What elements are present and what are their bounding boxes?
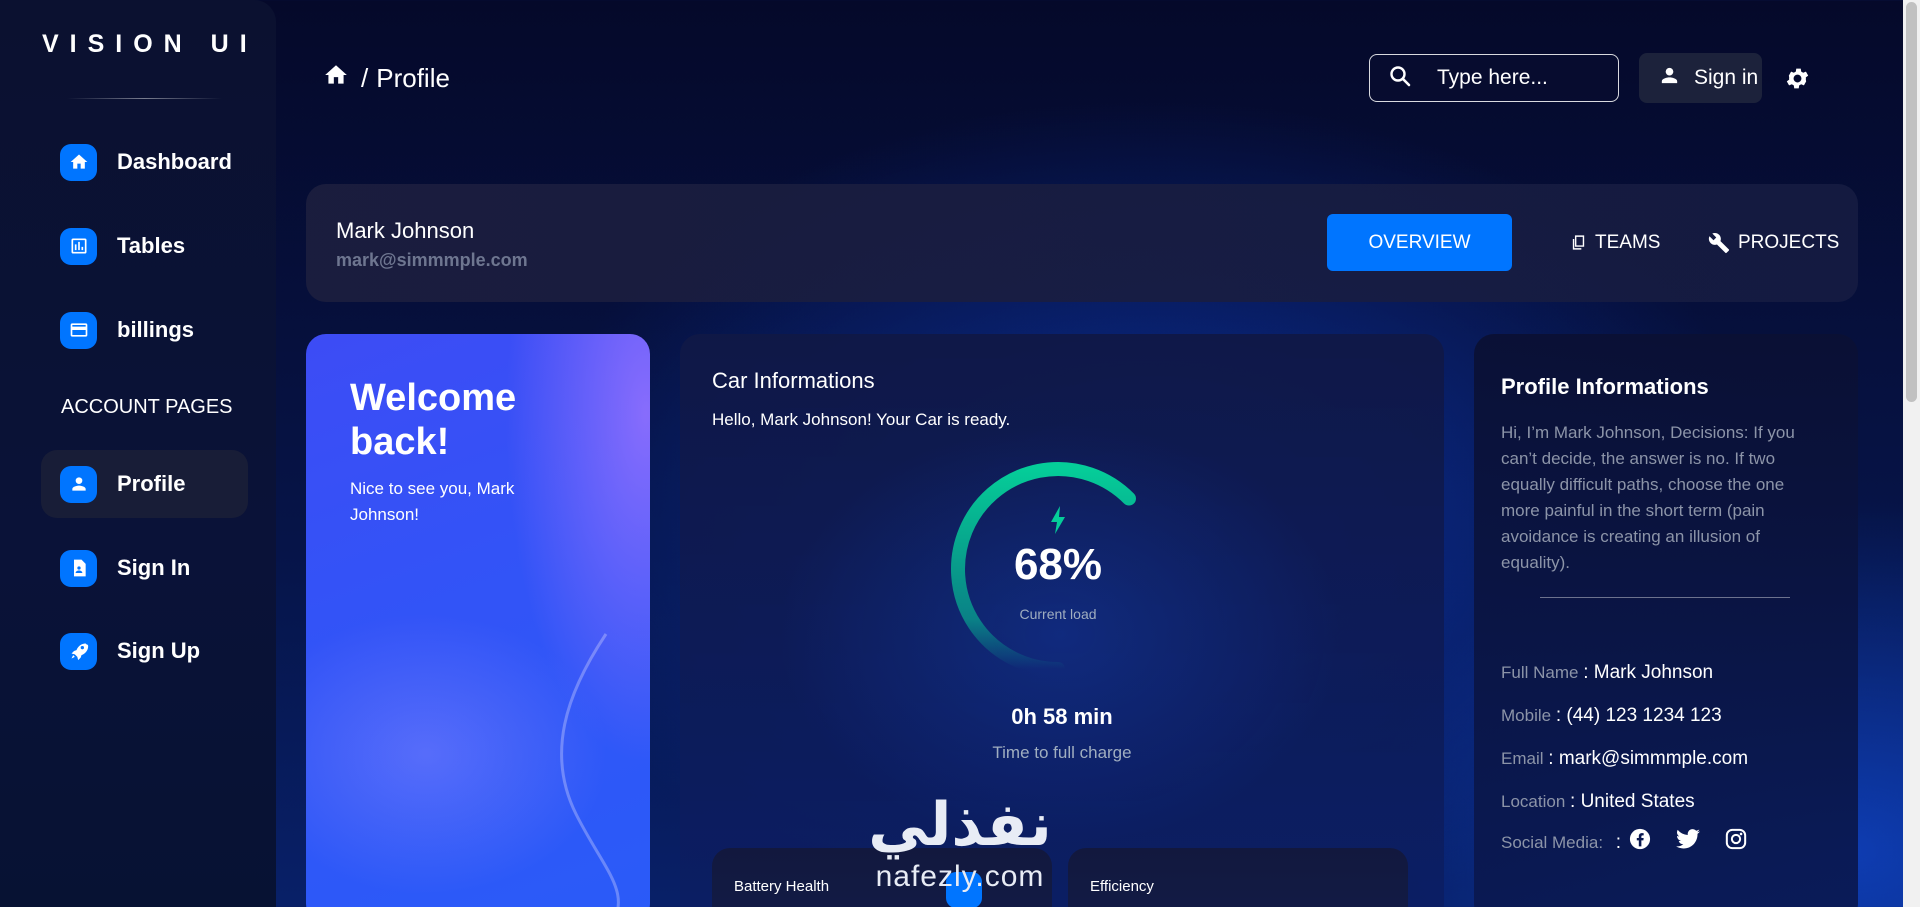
watermark: نفذلي nafezly.com: [850, 790, 1070, 894]
profile-divider: [1540, 597, 1790, 598]
watermark-arabic: نفذلي: [868, 791, 1052, 858]
charge-time: 0h 58 min: [1011, 704, 1113, 729]
social-media-label: Social Media:: [1501, 833, 1604, 852]
watermark-latin: nafezly.com: [875, 860, 1045, 893]
scrollbar-thumb[interactable]: [1906, 2, 1917, 402]
brand-logo: VISION UI: [42, 30, 258, 58]
social-media-row: Social Media: :: [1501, 832, 1621, 854]
sidebar-item-label: Sign In: [117, 555, 191, 580]
mobile-label: Mobile: [1501, 706, 1552, 725]
social-links: [1629, 828, 1747, 855]
efficiency-card: Efficiency: [1068, 848, 1408, 907]
person-icon: [1658, 64, 1681, 93]
sidebar-item-profile[interactable]: Profile: [41, 450, 248, 518]
load-percent: 68%: [1013, 540, 1103, 589]
profile-header-card: Mark Johnson mark@simmmple.com OVERVIEW …: [306, 184, 1858, 302]
account-pages-heading: ACCOUNT PAGES: [61, 396, 233, 418]
battery-health-label: Battery Health: [734, 878, 830, 895]
sign-in-button[interactable]: Sign in: [1639, 53, 1762, 103]
load-label: Current load: [1019, 606, 1097, 622]
email-row: Email : mark@simmmple.com: [1501, 748, 1748, 770]
row-separator: :: [1615, 832, 1622, 853]
sidebar-item-sign-up[interactable]: Sign Up: [41, 617, 248, 685]
sidebar-item-label: billings: [117, 317, 194, 342]
email-label: Email: [1501, 749, 1544, 768]
sidebar: VISION UI Dashboard Tables billings ACCO…: [0, 0, 276, 907]
sidebar-item-label: Profile: [117, 471, 186, 496]
credit-card-icon: [60, 311, 97, 349]
brand-divider: [67, 98, 222, 99]
tab-label: PROJECTS: [1738, 231, 1840, 253]
tab-projects[interactable]: PROJECTS: [1708, 214, 1839, 271]
profile-name: Mark Johnson: [336, 218, 475, 243]
sidebar-item-label: Sign Up: [117, 638, 201, 663]
facebook-icon[interactable]: [1629, 828, 1651, 855]
profile-email: mark@simmmple.com: [336, 250, 528, 270]
sidebar-item-label: Dashboard: [117, 149, 232, 174]
welcome-subtitle: Nice to see you, Mark Johnson!: [350, 479, 515, 524]
profile-info-title: Profile Informations: [1501, 374, 1709, 399]
location-row: Location : United States: [1501, 791, 1695, 813]
breadcrumb-separator: /: [361, 63, 369, 93]
welcome-card: Welcome back! Nice to see you, Mark John…: [306, 334, 650, 907]
page-scrollbar[interactable]: [1903, 0, 1920, 907]
load-gauge: 68% Current load: [943, 454, 1173, 684]
rocket-icon: [60, 632, 97, 670]
full-name-row: Full Name : Mark Johnson: [1501, 662, 1713, 684]
home-icon: [60, 143, 97, 181]
instagram-icon[interactable]: [1725, 828, 1747, 855]
tab-label: TEAMS: [1595, 231, 1661, 253]
charge-time-label: Time to full charge: [992, 743, 1132, 762]
breadcrumb-current: Profile: [376, 63, 450, 93]
wrench-icon: [1708, 232, 1730, 254]
profile-information-card: Profile Informations Hi, I’m Mark Johnso…: [1474, 334, 1858, 907]
car-card-title: Car Informations: [712, 368, 875, 393]
breadcrumb: / Profile: [323, 62, 450, 95]
profile-description: Hi, I’m Mark Johnson, Decisions: If you …: [1501, 423, 1795, 572]
sign-in-label: Sign in: [1694, 66, 1759, 89]
search-box[interactable]: [1369, 54, 1619, 102]
efficiency-label: Efficiency: [1090, 878, 1154, 895]
location-label: Location: [1501, 792, 1566, 811]
gear-icon[interactable]: [1784, 65, 1811, 97]
chart-bar-icon: [60, 227, 97, 265]
sidebar-item-label: Tables: [117, 233, 186, 258]
full-name-value: Mark Johnson: [1593, 662, 1714, 683]
row-separator: :: [1548, 748, 1554, 769]
tab-overview[interactable]: OVERVIEW: [1327, 214, 1512, 271]
sidebar-item-sign-in[interactable]: Sign In: [41, 534, 248, 602]
tab-teams[interactable]: TEAMS: [1570, 214, 1660, 271]
mobile-row: Mobile : (44) 123 1234 123: [1501, 705, 1722, 727]
lightning-icon: [1050, 506, 1066, 539]
twitter-icon[interactable]: [1676, 828, 1700, 855]
welcome-title: Welcome back!: [350, 377, 517, 463]
sidebar-item-dashboard[interactable]: Dashboard: [41, 128, 248, 196]
location-value: United States: [1580, 791, 1695, 812]
sidebar-item-tables[interactable]: Tables: [41, 212, 248, 280]
search-input[interactable]: [1437, 66, 1607, 90]
email-value: mark@simmmple.com: [1558, 748, 1749, 769]
row-separator: :: [1570, 791, 1576, 812]
home-icon[interactable]: [323, 62, 349, 95]
person-icon: [60, 465, 97, 503]
mobile-value: (44) 123 1234 123: [1566, 705, 1722, 726]
document-icon: [60, 549, 97, 587]
car-card-subtitle: Hello, Mark Johnson! Your Car is ready.: [712, 410, 1011, 429]
full-name-label: Full Name: [1501, 663, 1579, 682]
copy-icon: [1570, 233, 1587, 252]
row-separator: :: [1583, 662, 1589, 683]
tab-label: OVERVIEW: [1368, 231, 1471, 253]
row-separator: :: [1555, 705, 1562, 726]
search-icon: [1388, 64, 1412, 93]
sidebar-item-billings[interactable]: billings: [41, 296, 248, 364]
